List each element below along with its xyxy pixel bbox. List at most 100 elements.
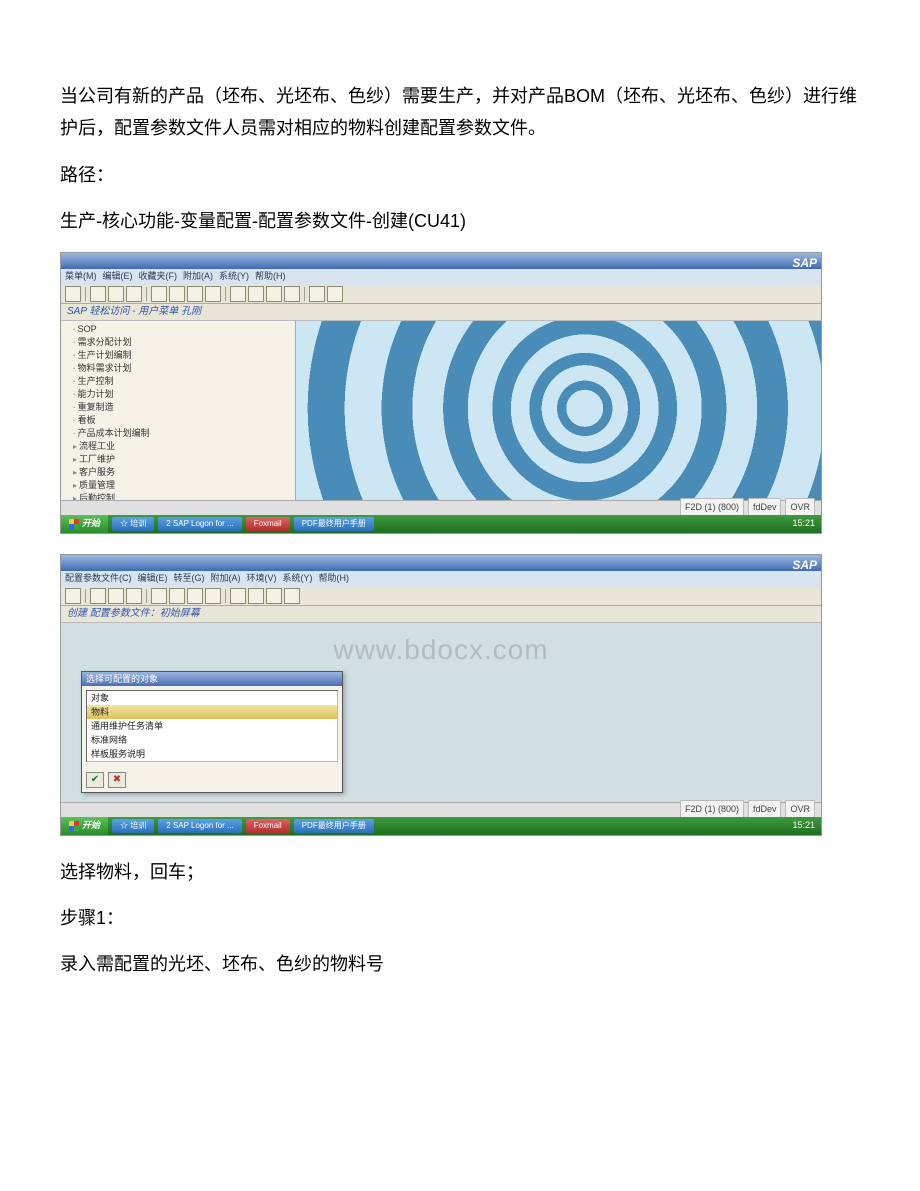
tray-clock: 15:21: [792, 817, 815, 833]
toolbar-icon[interactable]: [151, 588, 167, 604]
toolbar-icon[interactable]: [187, 588, 203, 604]
tree-item[interactable]: 工厂维护: [73, 453, 293, 466]
status-bar: F2D (1) (800) fdDev OVR: [61, 802, 821, 817]
tree-item[interactable]: 产品成本计划编制: [73, 427, 293, 440]
tree-item[interactable]: SOP: [73, 323, 293, 336]
taskbar-item[interactable]: PDF最终用户手册: [294, 517, 374, 531]
window-titlebar: SAP: [61, 253, 821, 269]
toolbar-icon[interactable]: [187, 286, 203, 302]
toolbar-icon[interactable]: [65, 286, 81, 302]
tree-item[interactable]: 物料需求计划: [73, 362, 293, 375]
toolbar-icon[interactable]: [205, 588, 221, 604]
window-titlebar: SAP: [61, 555, 821, 571]
menu-item[interactable]: 帮助(H): [255, 268, 286, 284]
tray-clock: 15:21: [792, 515, 815, 531]
dialog-option[interactable]: 物料: [87, 705, 337, 719]
screenshot-sap-easy-access: SAP 菜单(M) 编辑(E) 收藏夹(F) 附加(A) 系统(Y) 帮助(H): [60, 252, 822, 534]
navigation-tree[interactable]: SOP需求分配计划生产计划编制物料需求计划生产控制能力计划重复制造看板产品成本计…: [61, 321, 296, 515]
toolbar-icon[interactable]: [65, 588, 81, 604]
menu-item[interactable]: 帮助(H): [319, 570, 350, 586]
dialog-option-list[interactable]: 对象物料通用维护任务清单标准网络样板服务说明: [86, 690, 338, 762]
toolbar-icon[interactable]: [284, 588, 300, 604]
menu-item[interactable]: 转至(G): [174, 570, 205, 586]
ok-button[interactable]: ✔: [86, 772, 104, 788]
toolbar-icon[interactable]: [90, 286, 106, 302]
taskbar-item[interactable]: 2 SAP Logon for ...: [158, 517, 241, 531]
toolbar-icon[interactable]: [205, 286, 221, 302]
menu-item[interactable]: 附加(A): [183, 268, 213, 284]
screen-title: SAP 轻松访问 - 用户菜单 孔刚: [61, 304, 821, 321]
toolbar-icon[interactable]: [108, 286, 124, 302]
start-button[interactable]: 开始: [61, 515, 108, 533]
toolbar-icon[interactable]: [266, 286, 282, 302]
sap-logo: SAP: [792, 253, 817, 275]
taskbar-item[interactable]: ☆ 培训: [112, 517, 154, 531]
step-label: 步骤1：: [60, 902, 860, 934]
menu-item[interactable]: 编辑(E): [138, 570, 168, 586]
system-tray: 15:21: [792, 515, 821, 531]
toolbar-icon[interactable]: [169, 588, 185, 604]
step-text: 录入需配置的光坯、坯布、色纱的物料号: [60, 948, 860, 980]
toolbar-icon[interactable]: [248, 588, 264, 604]
tree-item[interactable]: 重复制造: [73, 401, 293, 414]
toolbar-icon[interactable]: [126, 286, 142, 302]
toolbar-icon[interactable]: [108, 588, 124, 604]
toolbar-icon[interactable]: [230, 588, 246, 604]
screen-title: 创建 配置参数文件：初始屏幕: [61, 606, 821, 623]
tree-item[interactable]: 流程工业: [73, 440, 293, 453]
ripple-background-image: [296, 321, 821, 515]
watermark-text: www.bdocx.com: [61, 625, 821, 675]
dialog-option[interactable]: 通用维护任务清单: [87, 719, 337, 733]
cancel-button[interactable]: ✖: [108, 772, 126, 788]
toolbar-icon[interactable]: [151, 286, 167, 302]
select-configurable-object-dialog: 选择可配置的对象 对象物料通用维护任务清单标准网络样板服务说明 ✔ ✖: [81, 671, 343, 793]
dialog-title: 选择可配置的对象: [82, 672, 342, 686]
taskbar-item[interactable]: Foxmail: [246, 819, 290, 833]
windows-flag-icon: [69, 519, 79, 529]
toolbar-icon[interactable]: [230, 286, 246, 302]
toolbar-icon[interactable]: [126, 588, 142, 604]
toolbar-icon[interactable]: [90, 588, 106, 604]
menu-item[interactable]: 配置参数文件(C): [65, 570, 132, 586]
windows-taskbar: 开始 ☆ 培训 2 SAP Logon for ... Foxmail PDF最…: [61, 515, 821, 533]
icon-toolbar: [61, 587, 821, 606]
toolbar-icon[interactable]: [169, 286, 185, 302]
toolbar-icon[interactable]: [248, 286, 264, 302]
path-label: 路径：: [60, 159, 860, 191]
menu-bar: 配置参数文件(C) 编辑(E) 转至(G) 附加(A) 环境(V) 系统(Y) …: [61, 571, 821, 587]
toolbar-icon[interactable]: [309, 286, 325, 302]
intro-paragraph: 当公司有新的产品（坯布、光坯布、色纱）需要生产，并对产品BOM（坯布、光坯布、色…: [60, 80, 860, 145]
tree-item[interactable]: 看板: [73, 414, 293, 427]
tree-item[interactable]: 生产计划编制: [73, 349, 293, 362]
taskbar-item[interactable]: 2 SAP Logon for ...: [158, 819, 241, 833]
menu-item[interactable]: 环境(V): [247, 570, 277, 586]
sap-logo: SAP: [792, 555, 817, 577]
tree-item[interactable]: 质量管理: [73, 479, 293, 492]
toolbar-icon[interactable]: [266, 588, 282, 604]
start-button[interactable]: 开始: [61, 817, 108, 835]
tree-item[interactable]: 能力计划: [73, 388, 293, 401]
menu-item[interactable]: 系统(Y): [283, 570, 313, 586]
windows-flag-icon: [69, 821, 79, 831]
tree-item[interactable]: 生产控制: [73, 375, 293, 388]
dialog-option[interactable]: 样板服务说明: [87, 747, 337, 761]
windows-taskbar: 开始 ☆ 培训 2 SAP Logon for ... Foxmail PDF最…: [61, 817, 821, 835]
tree-item[interactable]: 需求分配计划: [73, 336, 293, 349]
screenshot-create-config-profile: SAP 配置参数文件(C) 编辑(E) 转至(G) 附加(A) 环境(V) 系统…: [60, 554, 822, 836]
menu-item[interactable]: 编辑(E): [103, 268, 133, 284]
taskbar-item[interactable]: ☆ 培训: [112, 819, 154, 833]
taskbar-item[interactable]: PDF最终用户手册: [294, 819, 374, 833]
icon-toolbar: [61, 285, 821, 304]
menu-item[interactable]: 附加(A): [211, 570, 241, 586]
tree-item[interactable]: 客户服务: [73, 466, 293, 479]
menu-item[interactable]: 菜单(M): [65, 268, 97, 284]
path-value: 生产-核心功能-变量配置-配置参数文件-创建(CU41): [60, 205, 860, 237]
menu-item[interactable]: 系统(Y): [219, 268, 249, 284]
taskbar-item[interactable]: Foxmail: [246, 517, 290, 531]
dialog-option[interactable]: 标准网络: [87, 733, 337, 747]
menu-item[interactable]: 收藏夹(F): [139, 268, 178, 284]
dialog-option[interactable]: 对象: [87, 691, 337, 705]
menu-bar: 菜单(M) 编辑(E) 收藏夹(F) 附加(A) 系统(Y) 帮助(H): [61, 269, 821, 285]
toolbar-icon[interactable]: [284, 286, 300, 302]
toolbar-icon[interactable]: [327, 286, 343, 302]
